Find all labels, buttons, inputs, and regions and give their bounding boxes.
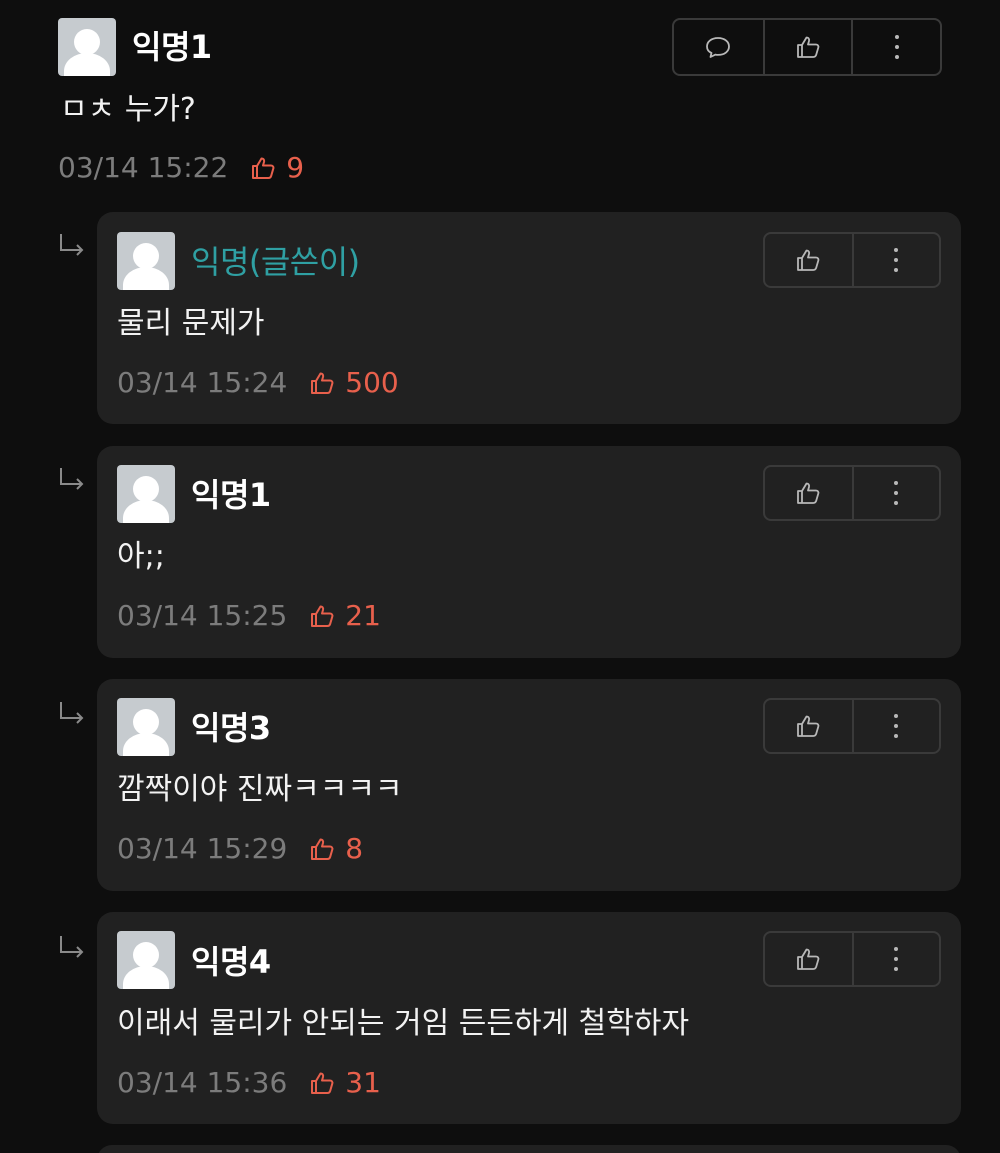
more-vertical-icon [894,481,899,505]
reply-text: 아;; [117,539,165,574]
thumbs-up-icon [311,605,334,627]
reply-timestamp: 03/14 15:25 [117,599,288,632]
comment-author: 익명1 [132,28,212,66]
more-vertical-icon [894,947,899,971]
avatar[interactable] [117,698,175,756]
reply-text: 물리 문제가 [117,306,265,341]
reply-arrow-icon [60,234,84,256]
comment-icon [706,37,731,58]
reply-arrow-icon [60,936,84,958]
reply-actions [763,232,941,288]
thumbs-up-icon [797,715,820,737]
reply-actions [763,931,941,987]
comment-timestamp: 03/14 15:22 [58,151,229,184]
more-vertical-icon [894,248,899,272]
reply-author: 익명3 [191,709,271,747]
reply-timestamp: 03/14 15:36 [117,1066,288,1099]
avatar[interactable] [117,931,175,989]
thumbs-up-icon [311,1072,334,1094]
more-button[interactable] [851,700,939,752]
like-count: 8 [345,832,364,865]
thumbs-up-icon [797,36,820,58]
thumbs-up-icon [797,482,820,504]
more-button[interactable] [851,933,939,985]
comment-top: 익명1 ㅁㅊ 누가? 03/14 15:22 9 [0,0,1000,200]
reply-author: 익명1 [191,476,271,514]
avatar[interactable] [117,232,175,290]
like-count: 9 [286,151,305,184]
like-count: 31 [345,1066,381,1099]
reply-arrow-icon [60,468,84,490]
like-count: 500 [345,366,399,399]
reply-card: 익명3 깜짝이야 진짜ㅋㅋㅋㅋ 03/14 15:29 8 [97,679,961,891]
more-vertical-icon [894,714,899,738]
thumbs-up-icon [311,372,334,394]
thumbs-up-icon [311,838,334,860]
more-button[interactable] [851,20,940,74]
avatar[interactable] [58,18,116,76]
reply-timestamp: 03/14 15:24 [117,366,288,399]
reply-meta: 03/14 15:29 8 [117,831,363,867]
reply-card: 익명(글쓴이) 물리 문제가 03/14 15:24 500 [97,212,961,424]
reply-meta: 03/14 15:24 500 [117,365,399,401]
reply-card-partial [97,1145,961,1153]
reply-author: 익명4 [191,943,271,981]
like-button[interactable] [762,20,852,74]
more-button[interactable] [851,234,939,286]
reply-timestamp: 03/14 15:29 [117,832,288,865]
like-button[interactable] [765,933,852,985]
avatar[interactable] [117,465,175,523]
reply-button[interactable] [674,20,763,74]
reply-author: 익명(글쓴이) [191,243,360,281]
reply-arrow-icon [60,702,84,724]
like-button[interactable] [765,700,852,752]
like-count: 21 [345,599,381,632]
more-button[interactable] [851,467,939,519]
thumbs-up-icon [252,157,275,179]
comment-meta: 03/14 15:22 9 [58,150,304,186]
reply-actions [763,465,941,521]
reply-text: 이래서 물리가 안되는 거임 든든하게 철학하자 [117,1006,690,1041]
reply-meta: 03/14 15:25 21 [117,598,381,634]
comment-thread: 익명1 ㅁㅊ 누가? 03/14 15:22 9 익명(글쓴이) 물리 문제가 … [0,0,1000,1153]
comment-text: ㅁㅊ 누가? [60,92,196,127]
thumbs-up-icon [797,249,820,271]
thumbs-up-icon [797,948,820,970]
like-button[interactable] [765,467,852,519]
reply-card: 익명4 이래서 물리가 안되는 거임 든든하게 철학하자 03/14 15:36… [97,912,961,1124]
reply-actions [763,698,941,754]
reply-meta: 03/14 15:36 31 [117,1065,381,1101]
comment-actions [672,18,942,76]
more-vertical-icon [894,35,899,59]
reply-text: 깜짝이야 진짜ㅋㅋㅋㅋ [117,772,403,807]
like-button[interactable] [765,234,852,286]
reply-card: 익명1 아;; 03/14 15:25 21 [97,446,961,658]
